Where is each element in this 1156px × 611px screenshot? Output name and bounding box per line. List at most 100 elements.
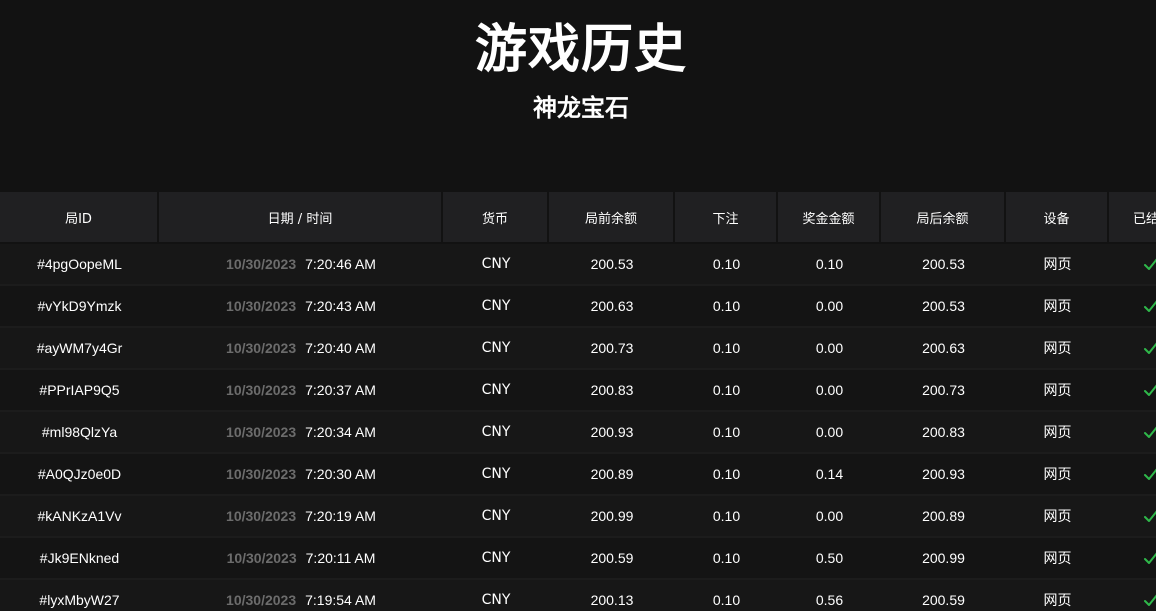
balance-before: 200.89 (549, 454, 675, 496)
settled-cell (1109, 412, 1156, 454)
balance-before: 200.53 (549, 244, 675, 286)
win-amount: 0.00 (778, 412, 881, 454)
balance-before: 200.93 (549, 412, 675, 454)
round-id[interactable]: #A0QJz0e0D (0, 454, 159, 496)
history-table-container[interactable]: 局ID 日期 / 时间 货币 局前余额 下注 奖金金额 局后余额 设备 已结 #… (0, 192, 1156, 611)
check-icon (1143, 550, 1156, 564)
datetime-cell: 10/30/2023 7:19:54 AM (159, 580, 443, 611)
check-icon (1143, 256, 1156, 270)
round-date: 10/30/2023 (226, 256, 297, 272)
table-row[interactable]: #4pgOopeML 10/30/2023 7:20:46 AM CNY 200.53 0… (0, 244, 1156, 286)
win-amount: 0.00 (778, 370, 881, 412)
bet-amount: 0.10 (675, 454, 778, 496)
win-amount: 0.56 (778, 580, 881, 611)
column-header-device: 设备 (1006, 192, 1109, 244)
currency: CNY (443, 580, 549, 611)
currency: CNY (443, 328, 549, 370)
table-row[interactable]: #vYkD9Ymzk 10/30/2023 7:20:43 AM CNY 200.63 0… (0, 286, 1156, 328)
column-header-win-amount: 奖金金额 (778, 192, 881, 244)
table-row[interactable]: #PPrIAP9Q5 10/30/2023 7:20:37 AM CNY 200.83 0… (0, 370, 1156, 412)
device: 网页 (1006, 286, 1109, 328)
bet-amount: 0.10 (675, 412, 778, 454)
column-header-balance-before: 局前余额 (549, 192, 675, 244)
table-row[interactable]: #lyxMbyW27 10/30/2023 7:19:54 AM CNY 200.13 0… (0, 580, 1156, 611)
datetime-cell: 10/30/2023 7:20:40 AM (159, 328, 443, 370)
settled-cell (1109, 244, 1156, 286)
page-title: 游戏历史 (474, 20, 687, 80)
round-id[interactable]: #lyxMbyW27 (0, 580, 159, 611)
balance-before: 200.73 (549, 328, 675, 370)
datetime-cell: 10/30/2023 7:20:11 AM (159, 538, 443, 580)
round-date: 10/30/2023 (226, 466, 297, 482)
round-date: 10/30/2023 (226, 298, 297, 314)
round-id[interactable]: #ayWM7y4Gr (0, 328, 159, 370)
table-row[interactable]: #A0QJz0e0D 10/30/2023 7:20:30 AM CNY 200.89 0… (0, 454, 1156, 496)
currency: CNY (443, 286, 549, 328)
round-id[interactable]: #vYkD9Ymzk (0, 286, 159, 328)
table-row[interactable]: #ayWM7y4Gr 10/30/2023 7:20:40 AM CNY 200.73 0… (0, 328, 1156, 370)
round-id[interactable]: #ml98QlzYa (0, 412, 159, 454)
settled-cell (1109, 538, 1156, 580)
check-icon (1143, 382, 1156, 396)
round-time: 7:20:37 AM (305, 382, 376, 398)
bet-amount: 0.10 (675, 244, 778, 286)
settled-cell (1109, 496, 1156, 538)
win-amount: 0.00 (778, 286, 881, 328)
game-history-table: 局ID 日期 / 时间 货币 局前余额 下注 奖金金额 局后余额 设备 已结 #… (0, 192, 1156, 611)
column-header-balance-after: 局后余额 (881, 192, 1006, 244)
game-name: 神龙宝石 (533, 94, 629, 122)
balance-after: 200.89 (881, 496, 1006, 538)
table-row[interactable]: #ml98QlzYa 10/30/2023 7:20:34 AM CNY 200.93 0… (0, 412, 1156, 454)
column-header-settled: 已结 (1109, 192, 1156, 244)
balance-after: 200.63 (881, 328, 1006, 370)
device: 网页 (1006, 328, 1109, 370)
win-amount: 0.00 (778, 328, 881, 370)
table-header-row: 局ID 日期 / 时间 货币 局前余额 下注 奖金金额 局后余额 设备 已结 (0, 192, 1156, 244)
page-header: 游戏历史 神龙宝石 (0, 0, 1156, 192)
check-icon (1143, 424, 1156, 438)
device: 网页 (1006, 496, 1109, 538)
device: 网页 (1006, 454, 1109, 496)
column-header-round-id: 局ID (0, 192, 159, 244)
settled-cell (1109, 454, 1156, 496)
round-id[interactable]: #Jk9ENkned (0, 538, 159, 580)
check-icon (1143, 340, 1156, 354)
check-icon (1143, 298, 1156, 312)
balance-before: 200.99 (549, 496, 675, 538)
table-row[interactable]: #Jk9ENkned 10/30/2023 7:20:11 AM CNY 200.59 0… (0, 538, 1156, 580)
balance-before: 200.59 (549, 538, 675, 580)
check-icon (1143, 592, 1156, 606)
currency: CNY (443, 412, 549, 454)
device: 网页 (1006, 412, 1109, 454)
balance-after: 200.83 (881, 412, 1006, 454)
round-date: 10/30/2023 (226, 382, 297, 398)
datetime-cell: 10/30/2023 7:20:37 AM (159, 370, 443, 412)
settled-cell (1109, 580, 1156, 611)
settled-cell (1109, 328, 1156, 370)
win-amount: 0.10 (778, 244, 881, 286)
round-date: 10/30/2023 (226, 424, 297, 440)
device: 网页 (1006, 370, 1109, 412)
round-date: 10/30/2023 (226, 592, 297, 608)
column-header-datetime: 日期 / 时间 (159, 192, 443, 244)
device: 网页 (1006, 244, 1109, 286)
currency: CNY (443, 244, 549, 286)
datetime-cell: 10/30/2023 7:20:46 AM (159, 244, 443, 286)
round-id[interactable]: #PPrIAP9Q5 (0, 370, 159, 412)
round-time: 7:20:19 AM (305, 508, 376, 524)
round-time: 7:20:46 AM (305, 256, 376, 272)
datetime-cell: 10/30/2023 7:20:19 AM (159, 496, 443, 538)
balance-after: 200.93 (881, 454, 1006, 496)
bet-amount: 0.10 (675, 286, 778, 328)
round-date: 10/30/2023 (226, 340, 297, 356)
round-id[interactable]: #4pgOopeML (0, 244, 159, 286)
table-row[interactable]: #kANKzA1Vv 10/30/2023 7:20:19 AM CNY 200.99 0… (0, 496, 1156, 538)
balance-after: 200.99 (881, 538, 1006, 580)
column-header-bet: 下注 (675, 192, 778, 244)
balance-after: 200.53 (881, 244, 1006, 286)
device: 网页 (1006, 580, 1109, 611)
win-amount: 0.00 (778, 496, 881, 538)
balance-after: 200.73 (881, 370, 1006, 412)
round-id[interactable]: #kANKzA1Vv (0, 496, 159, 538)
check-icon (1143, 508, 1156, 522)
